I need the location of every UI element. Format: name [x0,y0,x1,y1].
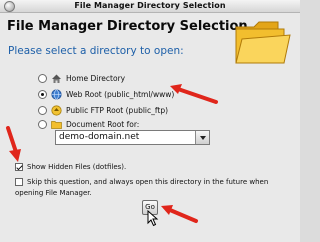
domain-select-value: demo-domain.net [59,132,140,142]
folder-small-icon [51,120,62,129]
select-directory-prompt: Please select a directory to open: [8,45,184,57]
option-label: Home Directory [66,73,126,83]
mouse-cursor-icon [147,210,159,227]
show-hidden-files-checkbox[interactable] [15,163,23,171]
option-home-directory[interactable]: Home Directory [38,71,125,85]
option-document-root[interactable]: Document Root for: [38,117,139,131]
annotation-arrow-go [161,205,198,223]
globe-icon [51,88,62,100]
dialog-heading: File Manager Directory Selection [7,19,248,34]
window-title: File Manager Directory Selection [74,1,226,10]
show-hidden-files-label: Show Hidden Files (dotfiles). [27,163,127,171]
option-public-ftp-root[interactable]: Public FTP Root (public_ftp) [38,103,168,117]
option-label: Web Root (public_html/www) [66,89,175,99]
radio-home-directory[interactable] [38,73,47,83]
radio-public-ftp-root[interactable] [38,105,47,115]
title-bar[interactable]: File Manager Directory Selection [0,0,300,13]
dialog-window: File Manager Directory Selection File Ma… [0,0,300,242]
annotation-arrow-show-hidden [6,126,21,162]
domain-select[interactable]: demo-domain.net [55,130,210,145]
skip-question-checkbox[interactable] [15,178,23,186]
radio-web-root[interactable] [38,89,47,99]
option-label: Document Root for: [66,119,140,129]
skip-question-label-line2: opening File Manager. [15,189,92,197]
annotation-arrow-web-root [170,84,218,104]
folder-icon [235,21,291,64]
ftp-icon [51,104,62,116]
option-web-root[interactable]: Web Root (public_html/www) [38,87,174,101]
chevron-down-icon[interactable] [195,131,209,144]
skip-question-label-line1: Skip this question, and always open this… [27,178,269,186]
radio-document-root[interactable] [38,119,47,129]
home-icon [52,74,61,83]
option-label: Public FTP Root (public_ftp) [66,105,169,115]
